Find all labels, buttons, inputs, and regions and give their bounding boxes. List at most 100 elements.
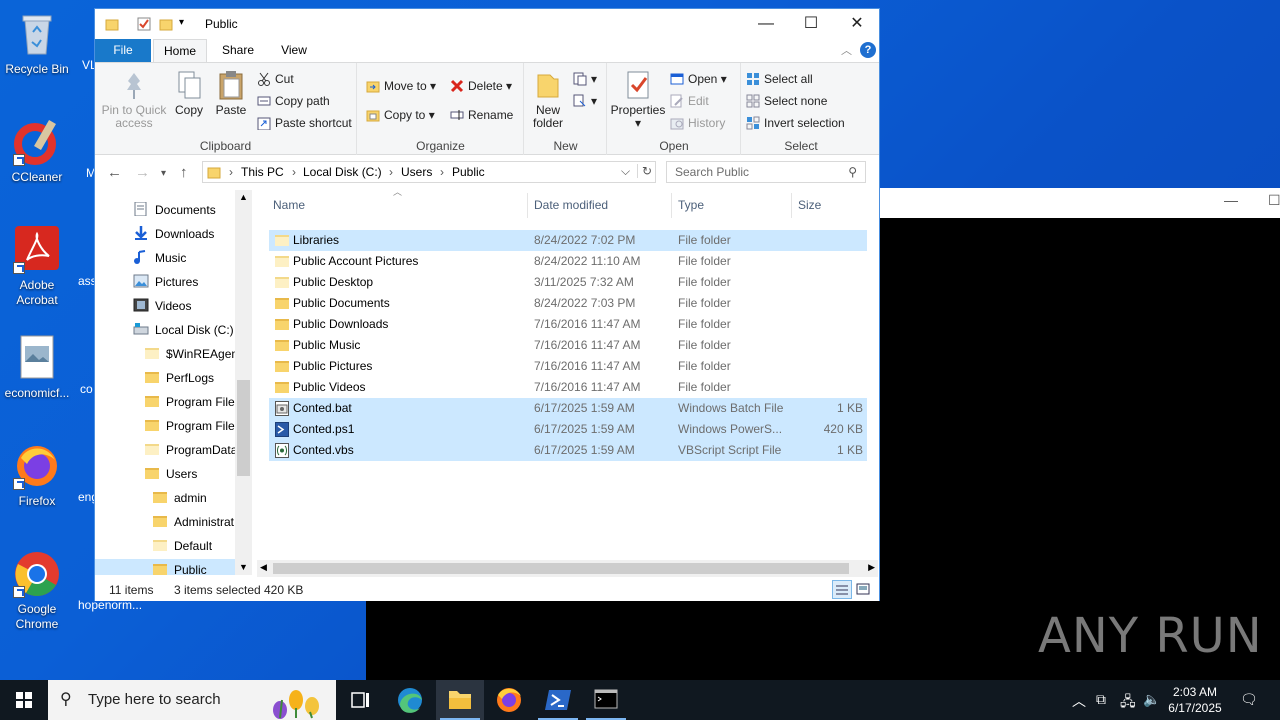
nav-item-pictures[interactable]: Pictures — [133, 271, 198, 293]
file-row-public-music[interactable]: Public Music 7/16/2016 11:47 AM File fol… — [269, 335, 867, 356]
edit-button[interactable]: Edit — [670, 91, 709, 111]
collapse-ribbon-icon[interactable]: ︿ — [841, 42, 852, 58]
scrollbar-thumb[interactable] — [237, 380, 250, 476]
desktop-icon-firefox[interactable]: Firefox — [0, 442, 74, 509]
tab-share[interactable]: Share — [213, 39, 263, 62]
up-button[interactable]: ↑ — [180, 164, 188, 181]
nav-item-users[interactable]: Users — [145, 463, 197, 485]
copy-path-button[interactable]: Copy path — [257, 91, 330, 111]
details-view-button[interactable] — [832, 580, 852, 599]
address-dropdown-icon[interactable]: ⌵ — [621, 164, 630, 179]
start-button[interactable] — [0, 680, 48, 720]
taskbar-cmd[interactable] — [582, 680, 630, 720]
nav-item-admin[interactable]: admin — [153, 487, 207, 509]
file-row-conted-bat[interactable]: Conted.bat 6/17/2025 1:59 AM Windows Bat… — [269, 398, 867, 419]
new-item-button[interactable]: ▾ — [573, 69, 597, 89]
nav-item-program-files-x86[interactable]: Program Files — [145, 415, 241, 437]
title-bar[interactable]: ▾ Public — ☐ ✕ — [95, 9, 879, 39]
console-minimize-button[interactable]: — — [1224, 192, 1238, 208]
delete-button[interactable]: Delete ▾ — [450, 76, 512, 96]
easy-access-button[interactable]: ▾ — [573, 91, 597, 111]
paste-button[interactable]: Paste — [211, 69, 251, 117]
taskbar-edge[interactable] — [386, 680, 434, 720]
search-input[interactable]: Search Public ⚲ — [666, 161, 866, 183]
file-row-public-account-pictures[interactable]: Public Account Pictures 8/24/2022 11:10 … — [269, 251, 867, 272]
forward-button[interactable]: → — [135, 164, 150, 181]
navigation-pane[interactable]: Documents Downloads Music Pictures Video… — [95, 190, 252, 575]
desktop-icon-ccleaner[interactable]: CCleaner — [0, 118, 74, 185]
volume-icon[interactable]: 🔈 — [1143, 691, 1160, 708]
network-icon[interactable]: 🖧 — [1120, 691, 1136, 715]
help-icon[interactable]: ? — [860, 42, 876, 58]
file-list[interactable]: ︿ Name Date modified Type Size Libraries… — [265, 187, 870, 570]
tab-home[interactable]: Home — [153, 39, 207, 62]
nav-item-default[interactable]: Default — [153, 535, 212, 557]
file-row-public-videos[interactable]: Public Videos 7/16/2016 11:47 AM File fo… — [269, 377, 867, 398]
column-header-name[interactable]: Name — [273, 198, 305, 212]
taskbar-search-box[interactable]: ⚲ Type here to search — [48, 680, 336, 720]
copy-button[interactable]: Copy — [169, 69, 209, 117]
file-row-public-pictures[interactable]: Public Pictures 7/16/2016 11:47 AM File … — [269, 356, 867, 377]
breadcrumb-this-pc[interactable]: This PC — [241, 165, 284, 179]
back-button[interactable]: ← — [107, 164, 122, 181]
pin-to-quick-access-button[interactable]: Pin to Quick access — [101, 69, 167, 130]
customize-quick-access-icon[interactable]: ▾ — [179, 17, 184, 28]
breadcrumb-users[interactable]: Users — [401, 165, 432, 179]
invert-selection-button[interactable]: Invert selection — [746, 113, 845, 133]
nav-item-program-files[interactable]: Program Files — [145, 391, 241, 413]
new-folder-button[interactable]: New folder — [529, 69, 567, 130]
column-separator[interactable] — [527, 193, 528, 218]
column-header-type[interactable]: Type — [678, 198, 704, 212]
file-row-public-downloads[interactable]: Public Downloads 7/16/2016 11:47 AM File… — [269, 314, 867, 335]
close-button[interactable]: ✕ — [834, 9, 880, 39]
file-row-public-documents[interactable]: Public Documents 8/24/2022 7:03 PM File … — [269, 293, 867, 314]
desktop-icon-economicf[interactable]: economicf... — [0, 334, 74, 401]
paste-shortcut-button[interactable]: Paste shortcut — [257, 113, 352, 133]
tab-view[interactable]: View — [271, 39, 317, 62]
breadcrumb-public[interactable]: Public — [452, 165, 485, 179]
file-row-conted-vbs[interactable]: Conted.vbs 6/17/2025 1:59 AM VBScript Sc… — [269, 440, 867, 461]
console-maximize-button[interactable]: ☐ — [1268, 192, 1280, 209]
properties-button[interactable]: Properties ▾ — [610, 69, 666, 130]
column-header-date[interactable]: Date modified — [534, 198, 608, 212]
scroll-down-icon[interactable]: ▼ — [239, 562, 248, 572]
copy-to-button[interactable]: Copy to ▾ — [366, 105, 435, 125]
task-view-button[interactable] — [336, 680, 384, 720]
minimize-button[interactable]: — — [743, 9, 789, 39]
properties-quick-icon[interactable] — [137, 17, 151, 34]
nav-item-local-disk[interactable]: Local Disk (C:) — [133, 319, 234, 341]
cut-button[interactable]: Cut — [257, 69, 294, 89]
nav-item-perflogs[interactable]: PerfLogs — [145, 367, 214, 389]
history-button[interactable]: History — [670, 113, 725, 133]
maximize-button[interactable]: ☐ — [788, 9, 834, 39]
recent-locations-button[interactable]: ▾ — [161, 168, 166, 179]
nav-item-winreagent[interactable]: $WinREAgent — [145, 343, 241, 365]
tab-file[interactable]: File — [95, 39, 151, 62]
file-row-libraries[interactable]: Libraries 8/24/2022 7:02 PM File folder — [269, 230, 867, 251]
scroll-right-icon[interactable]: ▶ — [868, 562, 875, 573]
nav-item-public[interactable]: Public — [95, 559, 235, 575]
large-icons-view-button[interactable] — [855, 582, 871, 599]
scroll-up-icon[interactable]: ▲ — [239, 192, 248, 202]
show-hidden-icons-button[interactable]: ︿ — [1072, 691, 1086, 711]
taskbar-clock[interactable]: 2:03 AM 6/17/2025 — [1160, 684, 1230, 716]
nav-item-downloads[interactable]: Downloads — [133, 223, 214, 245]
move-to-button[interactable]: Move to ▾ — [366, 76, 436, 96]
nav-item-videos[interactable]: Videos — [133, 295, 191, 317]
open-button[interactable]: Open ▾ — [670, 69, 727, 89]
properties-dropdown-icon[interactable]: ▾ — [610, 117, 666, 130]
desktop-icon-adobe-acrobat[interactable]: Adobe Acrobat — [0, 226, 74, 308]
column-header-size[interactable]: Size — [798, 198, 821, 212]
network-share-icon[interactable]: ⧉ — [1096, 691, 1106, 708]
nav-item-music[interactable]: Music — [133, 247, 186, 269]
rename-button[interactable]: Rename — [450, 105, 513, 125]
nav-item-documents[interactable]: Documents — [133, 199, 216, 221]
scrollbar-thumb[interactable] — [273, 563, 849, 574]
file-list-horizontal-scrollbar[interactable]: ◀ ▶ — [257, 560, 878, 577]
desktop-icon-recycle-bin[interactable]: Recycle Bin — [0, 10, 74, 77]
address-bar[interactable]: › This PC › Local Disk (C:) › Users › Pu… — [202, 161, 656, 183]
breadcrumb-local-disk[interactable]: Local Disk (C:) — [303, 165, 382, 179]
nav-pane-scrollbar[interactable]: ▲ ▼ — [235, 190, 252, 575]
taskbar-powershell[interactable] — [534, 680, 582, 720]
file-row-conted-ps1[interactable]: Conted.ps1 6/17/2025 1:59 AM Windows Pow… — [269, 419, 867, 440]
